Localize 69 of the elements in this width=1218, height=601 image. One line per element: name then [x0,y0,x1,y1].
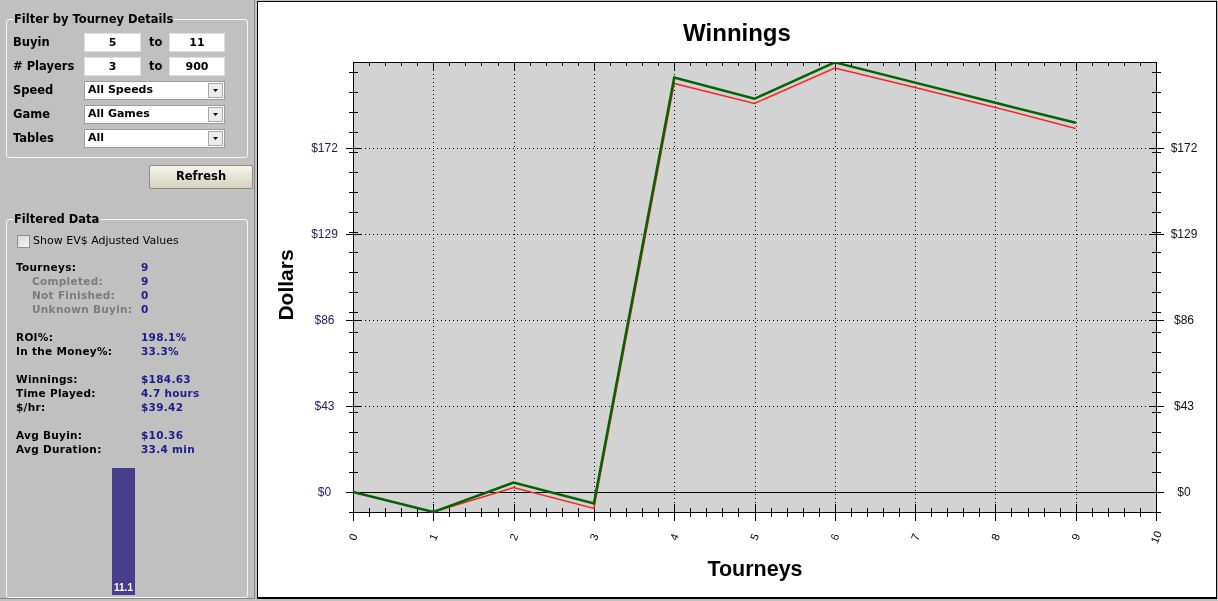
group-title: Filter by Tourney Details [13,12,175,27]
field-label: Speed [13,81,54,99]
stat-value: 198.1% [141,330,187,346]
x-tick-label: 2 [506,531,521,543]
stat-label: Tourneys: [16,260,77,276]
chart-title: Winnings [683,19,791,46]
right-axis-label: $172 [1170,141,1198,155]
x-tick-label: 9 [1069,531,1083,543]
y-tick-label: $43 [314,399,335,413]
x-tick-label: 5 [747,531,762,543]
y-tick-label: $86 [314,313,335,327]
range-separator: to [149,33,163,51]
bar-value-label: 11.1 [114,582,133,594]
x-tick-label: 10 [1148,529,1164,545]
caret-down-icon[interactable] [208,83,223,98]
right-axis-label: $0 [1177,485,1191,499]
right-axis-label: $129 [1170,227,1198,241]
x-tick-label: 1 [426,531,440,543]
stat-label: ROI%: [16,330,54,346]
group-title: Filtered Data [13,212,101,227]
field-label: Buyin [13,33,50,51]
x-axis-title: Tourneys [707,557,803,581]
stat-value: $39.42 [141,400,184,416]
range-min-field[interactable]: 5 [84,33,141,52]
stat-value: 9 [141,260,149,276]
stat-value: 0 [141,302,149,318]
stat-label: Winnings: [16,372,78,388]
x-tick-label: 7 [908,531,922,543]
range-max-field[interactable]: 900 [169,57,225,76]
checkbox[interactable] [17,235,30,248]
stat-label: Avg Duration: [16,442,102,458]
range-max-field[interactable]: 11 [169,33,225,52]
range-separator: to [149,57,163,75]
stat-label: Time Played: [16,386,96,402]
stat-value: $10.36 [141,428,184,444]
dropdown[interactable]: All [84,129,225,148]
stat-label: Completed: [32,274,103,290]
y-tick-label: $129 [311,227,338,241]
stat-value: 33.3% [141,344,179,360]
field-label: Game [13,105,50,123]
right-axis-label: $86 [1174,313,1194,327]
refresh-button[interactable]: Refresh [149,165,253,189]
range-min-field[interactable]: 3 [84,57,141,76]
checkbox-label: Show EV$ Adjusted Values [33,233,179,250]
stat-value: 9 [141,274,149,290]
stat-value: 0 [141,288,149,304]
stat-label: Avg Buyin: [16,428,83,444]
stat-label: Not Finished: [32,288,115,304]
stat-label: $/hr: [16,400,46,416]
dropdown[interactable]: All Games [84,105,225,124]
stat-value: 33.4 min [141,442,195,458]
caret-down-icon[interactable] [208,107,223,122]
dropdown[interactable]: All Speeds [84,81,225,100]
x-tick-label: 0 [346,531,360,543]
stat-value: 4.7 hours [141,386,200,402]
y-tick-label: $172 [311,141,338,155]
x-tick-label: 4 [667,531,681,543]
stat-label: Unknown Buyin: [32,302,133,318]
field-label: # Players [13,57,75,75]
caret-down-icon[interactable] [208,131,223,146]
right-axis-label: $43 [1174,399,1194,413]
stat-label: In the Money%: [16,344,113,360]
x-tick-label: 8 [988,531,1003,543]
stat-value: $184.63 [141,372,191,388]
x-tick-label: 6 [828,531,842,543]
y-tick-label: $0 [317,485,332,499]
x-tick-label: 3 [587,531,601,543]
y-axis-title: Dollars [274,249,297,321]
field-label: Tables [13,129,54,147]
